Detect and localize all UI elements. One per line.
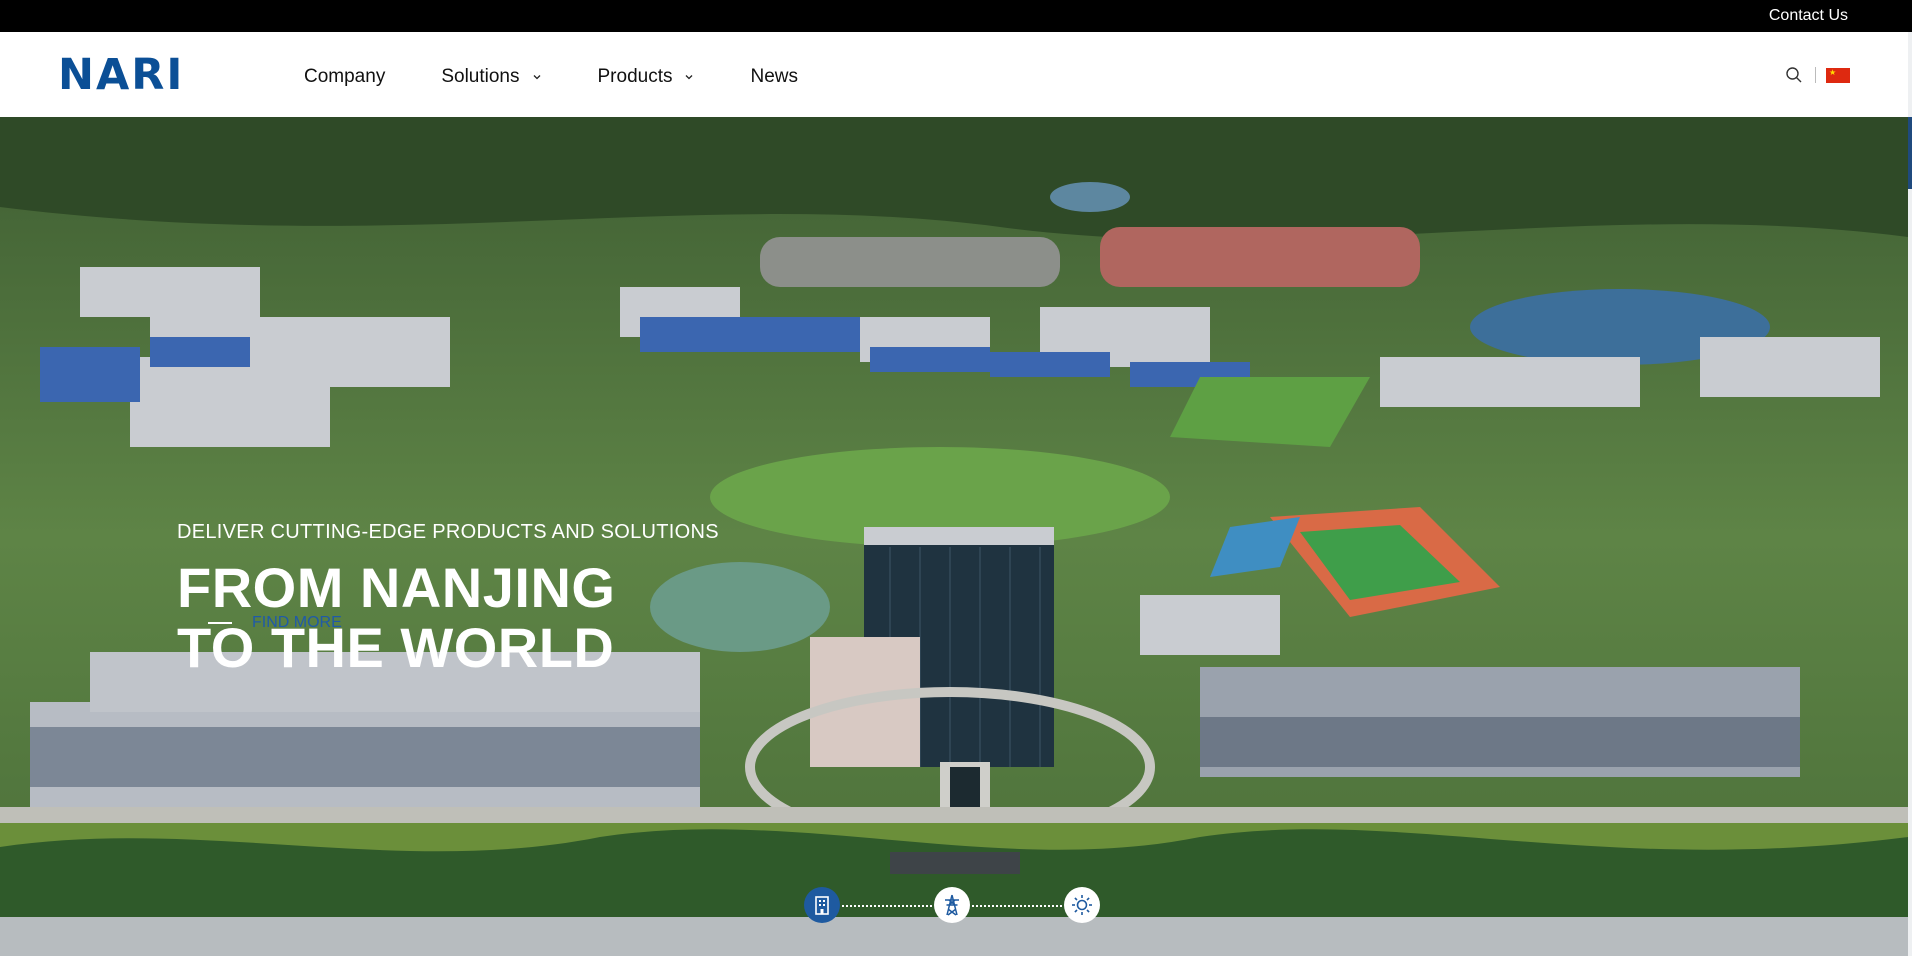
connector-line [972, 905, 1062, 907]
site-header: NARI Company Solutions Products News ★ [0, 32, 1908, 117]
nav-item-news[interactable]: News [750, 66, 798, 88]
nari-logo[interactable]: NARI [58, 52, 184, 98]
building-icon [815, 896, 829, 915]
nav-item-label: Company [304, 66, 386, 87]
find-more-button[interactable]: FIND MORE [208, 614, 342, 632]
scrollbar-thumb[interactable] [1908, 117, 1912, 189]
power-tower-icon [945, 894, 959, 916]
nav-item-solutions[interactable]: Solutions [441, 66, 541, 88]
main-nav: Company Solutions Products News [304, 62, 854, 92]
slide-dot-building[interactable] [804, 887, 840, 923]
china-flag-icon[interactable]: ★ [1826, 67, 1850, 83]
hero-banner: DELIVER CUTTING-EDGE PRODUCTS AND SOLUTI… [0, 117, 1908, 956]
header-tools: ★ [1785, 66, 1850, 84]
find-more-line [208, 622, 232, 624]
chevron-down-icon [686, 75, 693, 80]
divider [1815, 67, 1816, 83]
find-more-label: FIND MORE [252, 614, 342, 631]
slide-selector [804, 887, 1104, 927]
slide-dot-power[interactable] [934, 887, 970, 923]
nav-item-label: Solutions [441, 66, 520, 87]
search-icon[interactable] [1785, 66, 1803, 84]
sun-icon [1072, 895, 1092, 915]
nav-item-label: News [750, 66, 798, 87]
hero-text: DELIVER CUTTING-EDGE PRODUCTS AND SOLUTI… [177, 521, 719, 678]
contact-us-link[interactable]: Contact Us [1769, 7, 1848, 25]
slide-dot-solar[interactable] [1064, 887, 1100, 923]
chevron-down-icon [533, 75, 540, 80]
nav-item-label: Products [597, 66, 673, 87]
hero-tagline: DELIVER CUTTING-EDGE PRODUCTS AND SOLUTI… [177, 521, 719, 543]
headline-line-1: FROM NANJING [177, 556, 616, 619]
connector-line [842, 905, 932, 907]
top-bar: Contact Us [0, 0, 1912, 32]
nav-item-company[interactable]: Company [304, 66, 385, 88]
nav-item-products[interactable]: Products [598, 66, 695, 88]
